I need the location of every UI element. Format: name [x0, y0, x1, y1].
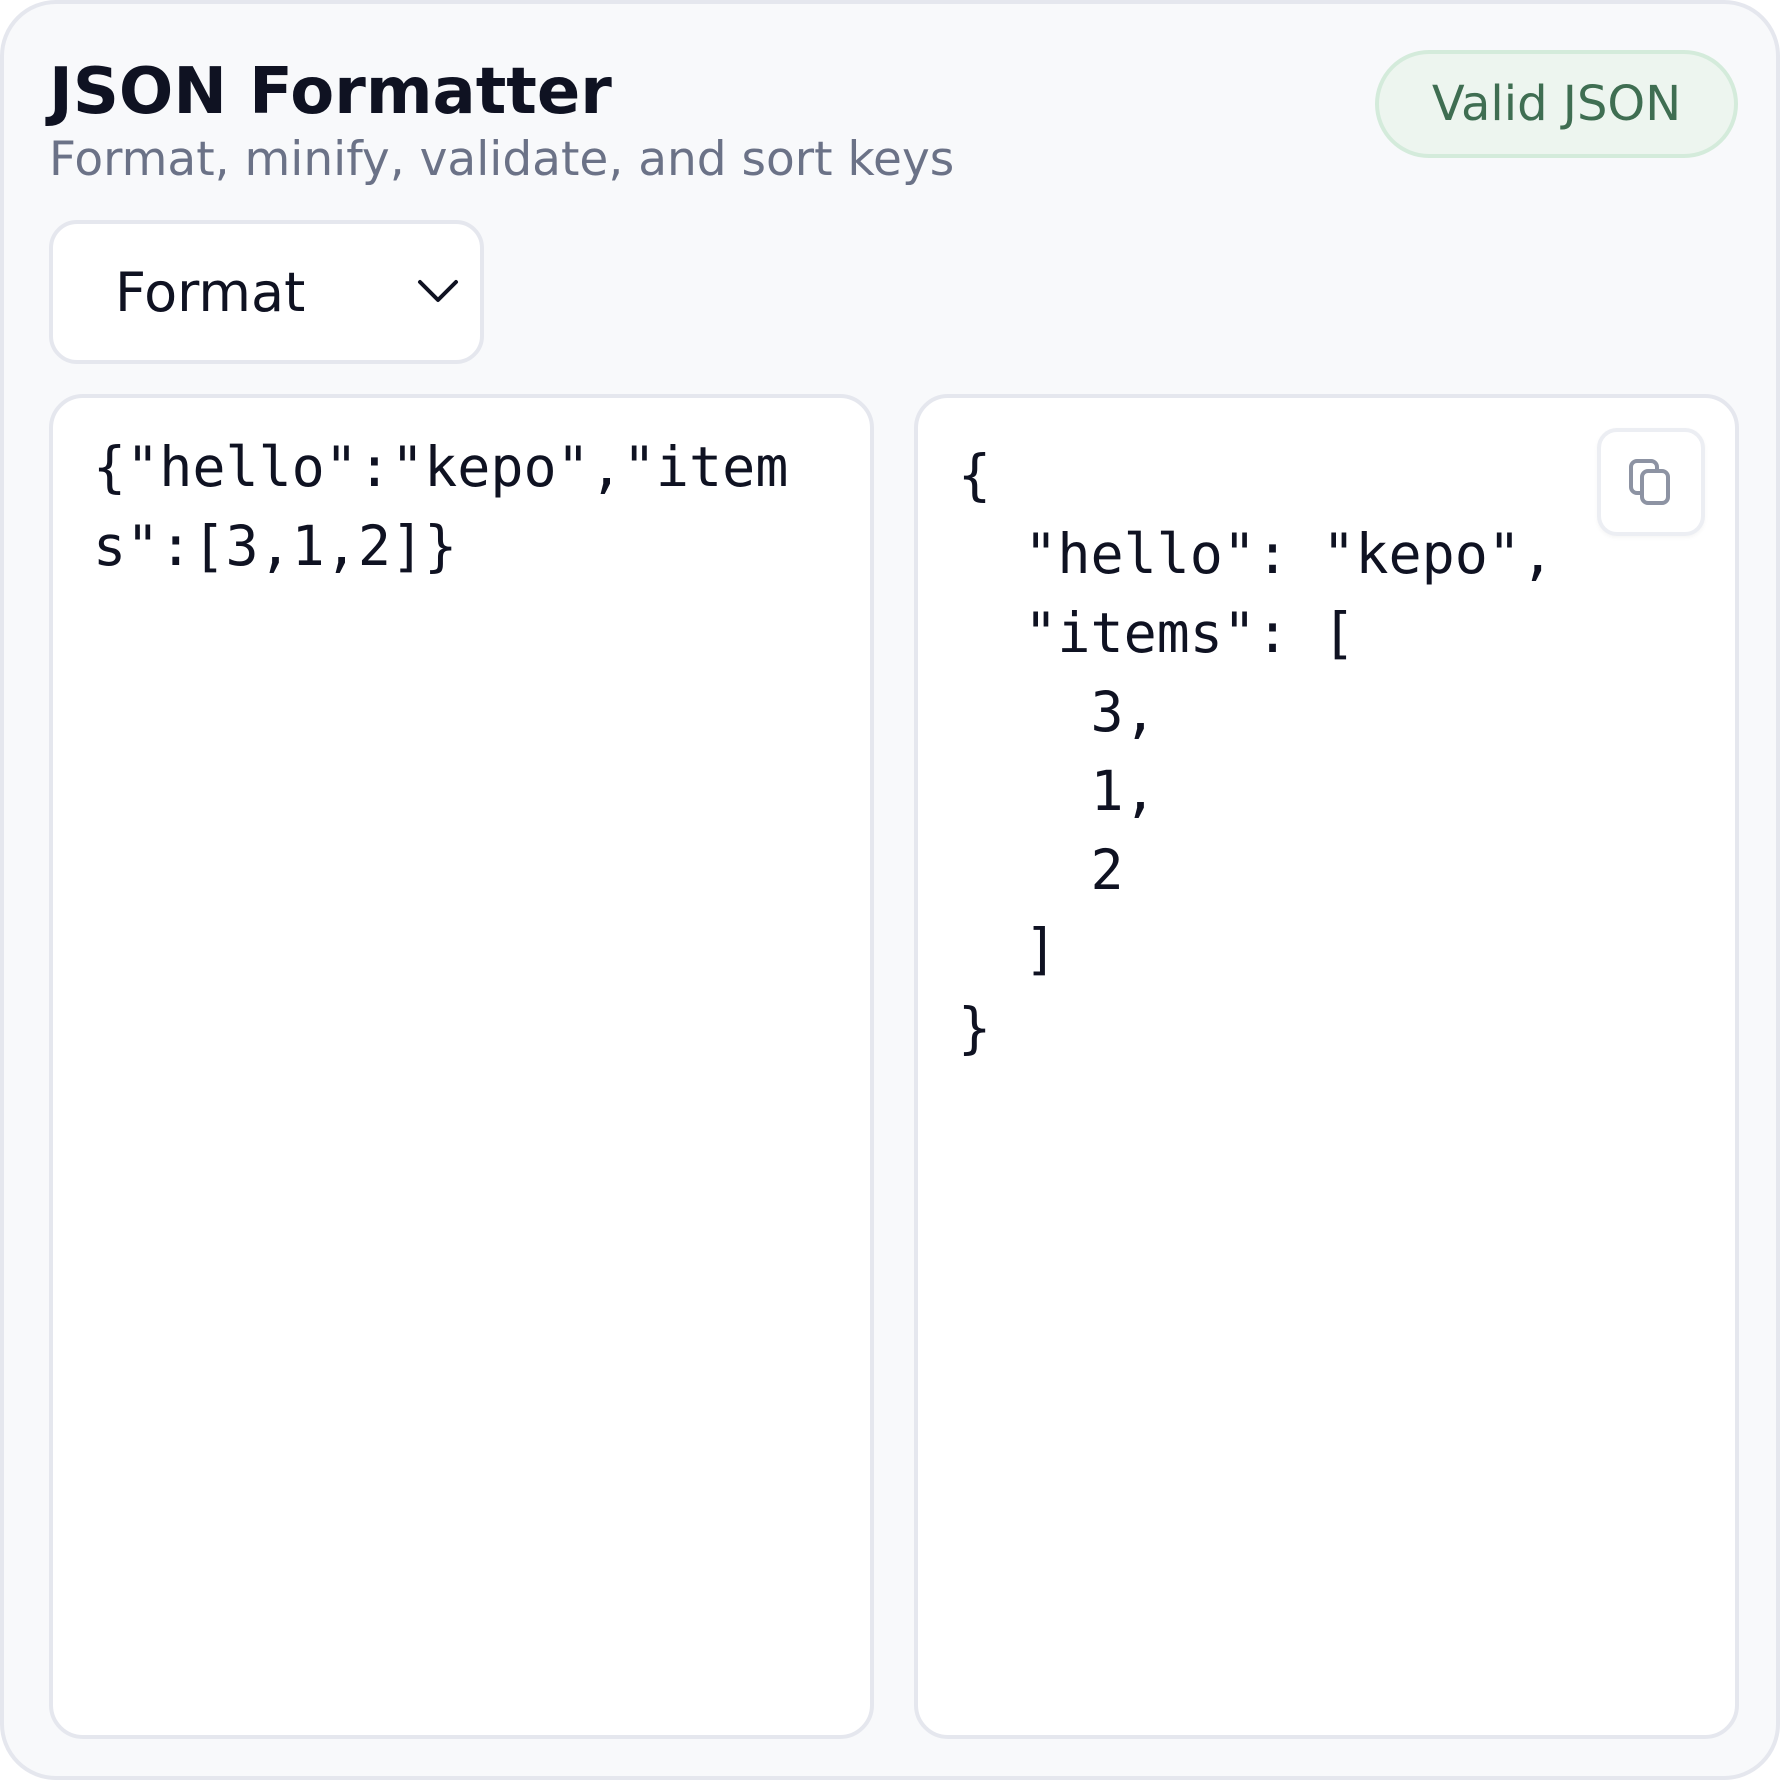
mode-select[interactable]: Format: [49, 220, 484, 364]
input-pane[interactable]: {"hello":"kepo","items":[3,1,2]}: [49, 394, 874, 1739]
chevron-down-icon: [418, 280, 458, 302]
mode-select-value: Format: [115, 261, 306, 324]
status-badge: Valid JSON: [1375, 50, 1738, 158]
copy-icon: [1629, 459, 1670, 505]
copy-button[interactable]: [1597, 428, 1705, 536]
output-viewer: { "hello": "kepo", "items": [ 3, 1, 2 ] …: [958, 443, 1555, 1060]
json-formatter-app: JSON Formatter Format, minify, validate,…: [0, 0, 1780, 1780]
page-title: JSON Formatter: [49, 55, 612, 129]
page-subtitle: Format, minify, validate, and sort keys: [49, 132, 955, 187]
output-pane: { "hello": "kepo", "items": [ 3, 1, 2 ] …: [914, 394, 1739, 1739]
input-editor[interactable]: {"hello":"kepo","items":[3,1,2]}: [93, 428, 838, 586]
